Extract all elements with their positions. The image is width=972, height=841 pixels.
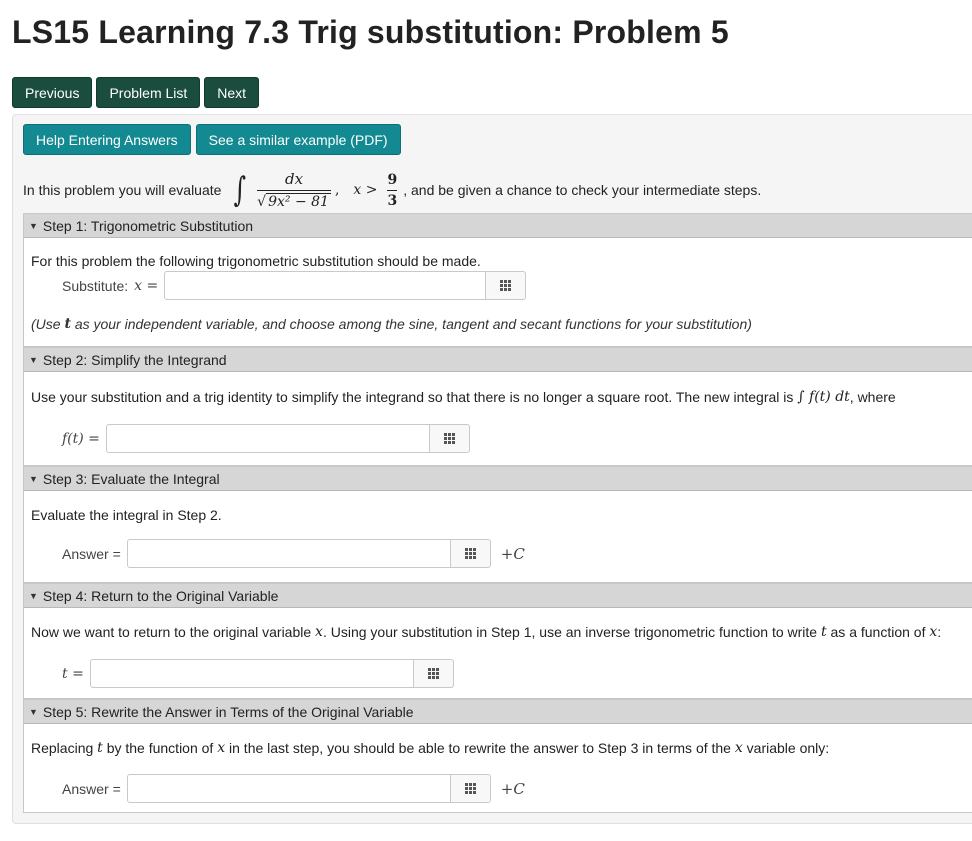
grid-icon: [443, 433, 455, 444]
step-2-header[interactable]: ▼ Step 2: Simplify the Integrand: [24, 348, 972, 372]
step-2-title: Step 2: Simplify the Integrand: [42, 351, 227, 368]
equation-palette-button[interactable]: [429, 424, 470, 453]
grid-icon: [500, 280, 512, 291]
caret-down-icon: ▼: [29, 354, 38, 365]
step-1-note: (Use t as your independent variable, and…: [31, 316, 752, 332]
step-5-instruction: Replacing t by the function of x in the …: [31, 740, 830, 756]
equation-palette-button[interactable]: [450, 539, 491, 568]
step-3-header[interactable]: ▼ Step 3: Evaluate the Integral: [24, 467, 972, 491]
page-title: LS15 Learning 7.3 Trig substitution: Pro…: [12, 14, 729, 50]
step-1-instruction: For this problem the following trigonome…: [31, 253, 481, 269]
caret-down-icon: ▼: [29, 473, 38, 484]
f-of-t-label: f(t) =: [62, 430, 100, 447]
grid-icon: [464, 783, 476, 794]
integrand-input[interactable]: [105, 424, 430, 453]
caret-down-icon: ▼: [29, 220, 38, 231]
answer-label: Answer =: [62, 545, 121, 562]
step-1-title: Step 1: Trigonometric Substitution: [42, 217, 254, 234]
next-button[interactable]: Next: [204, 77, 260, 108]
integral-sign: ∫: [234, 170, 247, 210]
integral-answer-input[interactable]: [126, 539, 451, 568]
step-1-section: ▼ Step 1: Trigonometric Substitution For…: [23, 213, 972, 347]
step-4-section: ▼ Step 4: Return to the Original Variabl…: [23, 583, 972, 699]
previous-button[interactable]: Previous: [12, 77, 93, 108]
step-3-instruction: Evaluate the integral in Step 2.: [31, 507, 222, 523]
substitute-label: Substitute:: [62, 277, 129, 294]
step-5-section: ▼ Step 5: Rewrite the Answer in Terms of…: [23, 699, 972, 813]
problem-intro: In this problem you will evaluate ∫ dx √…: [23, 170, 762, 210]
similar-example-button[interactable]: See a similar example (PDF): [195, 124, 401, 155]
step-2-section: ▼ Step 2: Simplify the Integrand Use you…: [23, 347, 972, 466]
condition-numerator: 9: [387, 171, 398, 188]
equation-palette-button[interactable]: [486, 271, 527, 300]
grid-icon: [464, 548, 476, 559]
problem-container: Help Entering Answers See a similar exam…: [12, 114, 972, 824]
plus-c-label: +C: [500, 779, 525, 798]
intro-suffix: , and be given a chance to check your in…: [403, 182, 762, 198]
step-5-title: Step 5: Rewrite the Answer in Terms of t…: [42, 703, 414, 720]
caret-down-icon: ▼: [29, 706, 38, 717]
integrand-numerator: dx: [285, 170, 304, 188]
step-1-header[interactable]: ▼ Step 1: Trigonometric Substitution: [24, 214, 972, 238]
substitute-var: x =: [134, 277, 159, 294]
intro-prefix: In this problem you will evaluate: [23, 182, 222, 198]
substitution-input[interactable]: [164, 271, 487, 300]
problem-nav: Previous Problem List Next: [12, 77, 260, 108]
inverse-function-input[interactable]: [89, 659, 414, 688]
equation-palette-button[interactable]: [450, 774, 491, 803]
step-2-instruction: Use your substitution and a trig identit…: [31, 389, 896, 405]
t-equals-label: t =: [62, 665, 84, 682]
step-4-instruction: Now we want to return to the original va…: [31, 624, 942, 640]
condition-text: x >: [353, 182, 378, 198]
condition-denominator: 3: [387, 189, 398, 209]
caret-down-icon: ▼: [29, 590, 38, 601]
problem-list-button[interactable]: Problem List: [96, 77, 201, 108]
help-entering-answers-button[interactable]: Help Entering Answers: [23, 124, 191, 155]
step-4-title: Step 4: Return to the Original Variable: [42, 587, 279, 604]
integrand-fraction: dx √ 9x² − 81: [257, 170, 331, 210]
step-3-title: Step 3: Evaluate the Integral: [42, 470, 220, 487]
answer-label: Answer =: [62, 780, 121, 797]
final-answer-input[interactable]: [126, 774, 451, 803]
step-3-section: ▼ Step 3: Evaluate the Integral Evaluate…: [23, 466, 972, 583]
step-4-header[interactable]: ▼ Step 4: Return to the Original Variabl…: [24, 584, 972, 608]
grid-icon: [427, 668, 439, 679]
plus-c-label: +C: [500, 544, 525, 563]
equation-palette-button[interactable]: [413, 659, 454, 688]
step-5-header[interactable]: ▼ Step 5: Rewrite the Answer in Terms of…: [24, 700, 972, 724]
integrand-radicand: 9x² − 81: [266, 193, 331, 210]
